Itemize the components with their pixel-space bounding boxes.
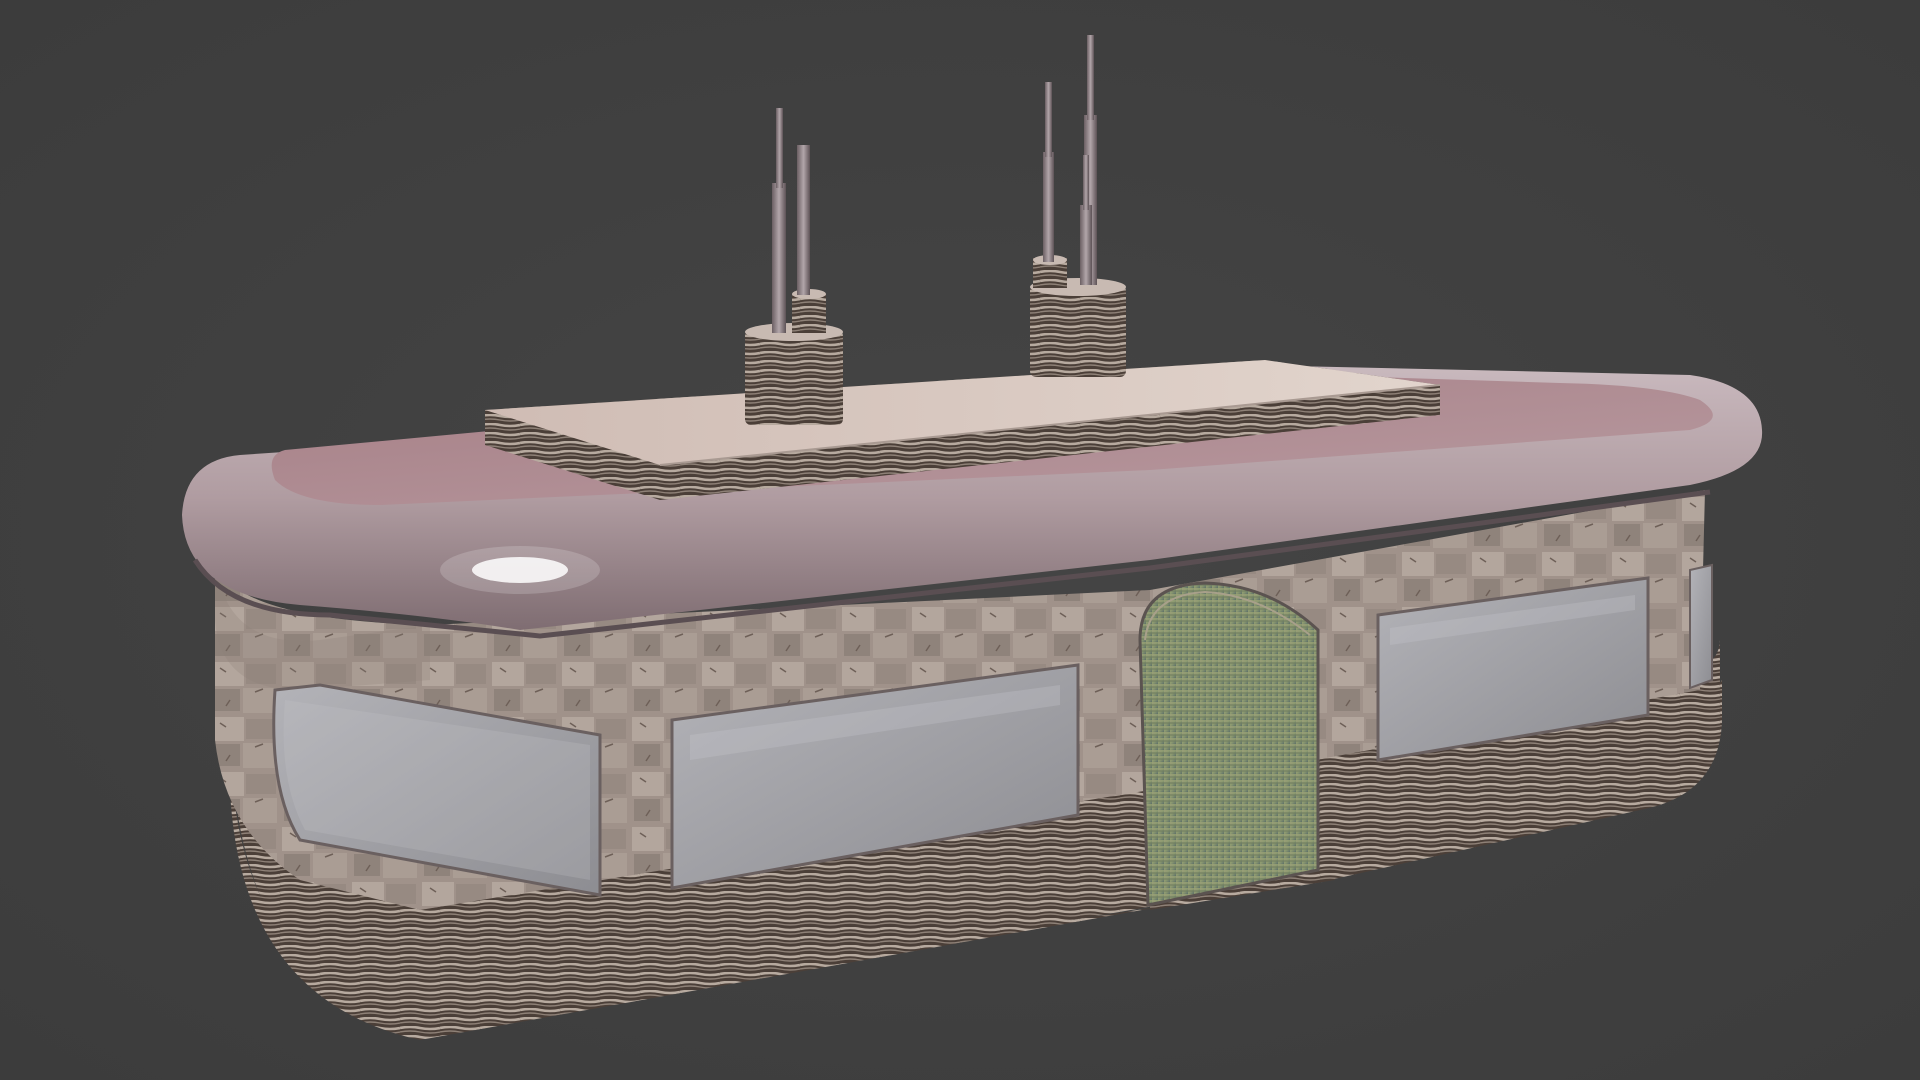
diner-model [182,35,1763,1040]
3d-viewport[interactable] [0,0,1920,1080]
chimney-left [745,108,843,425]
window-side-right [1689,563,1713,690]
chimney-right [1030,35,1126,377]
door[interactable] [1138,581,1320,907]
